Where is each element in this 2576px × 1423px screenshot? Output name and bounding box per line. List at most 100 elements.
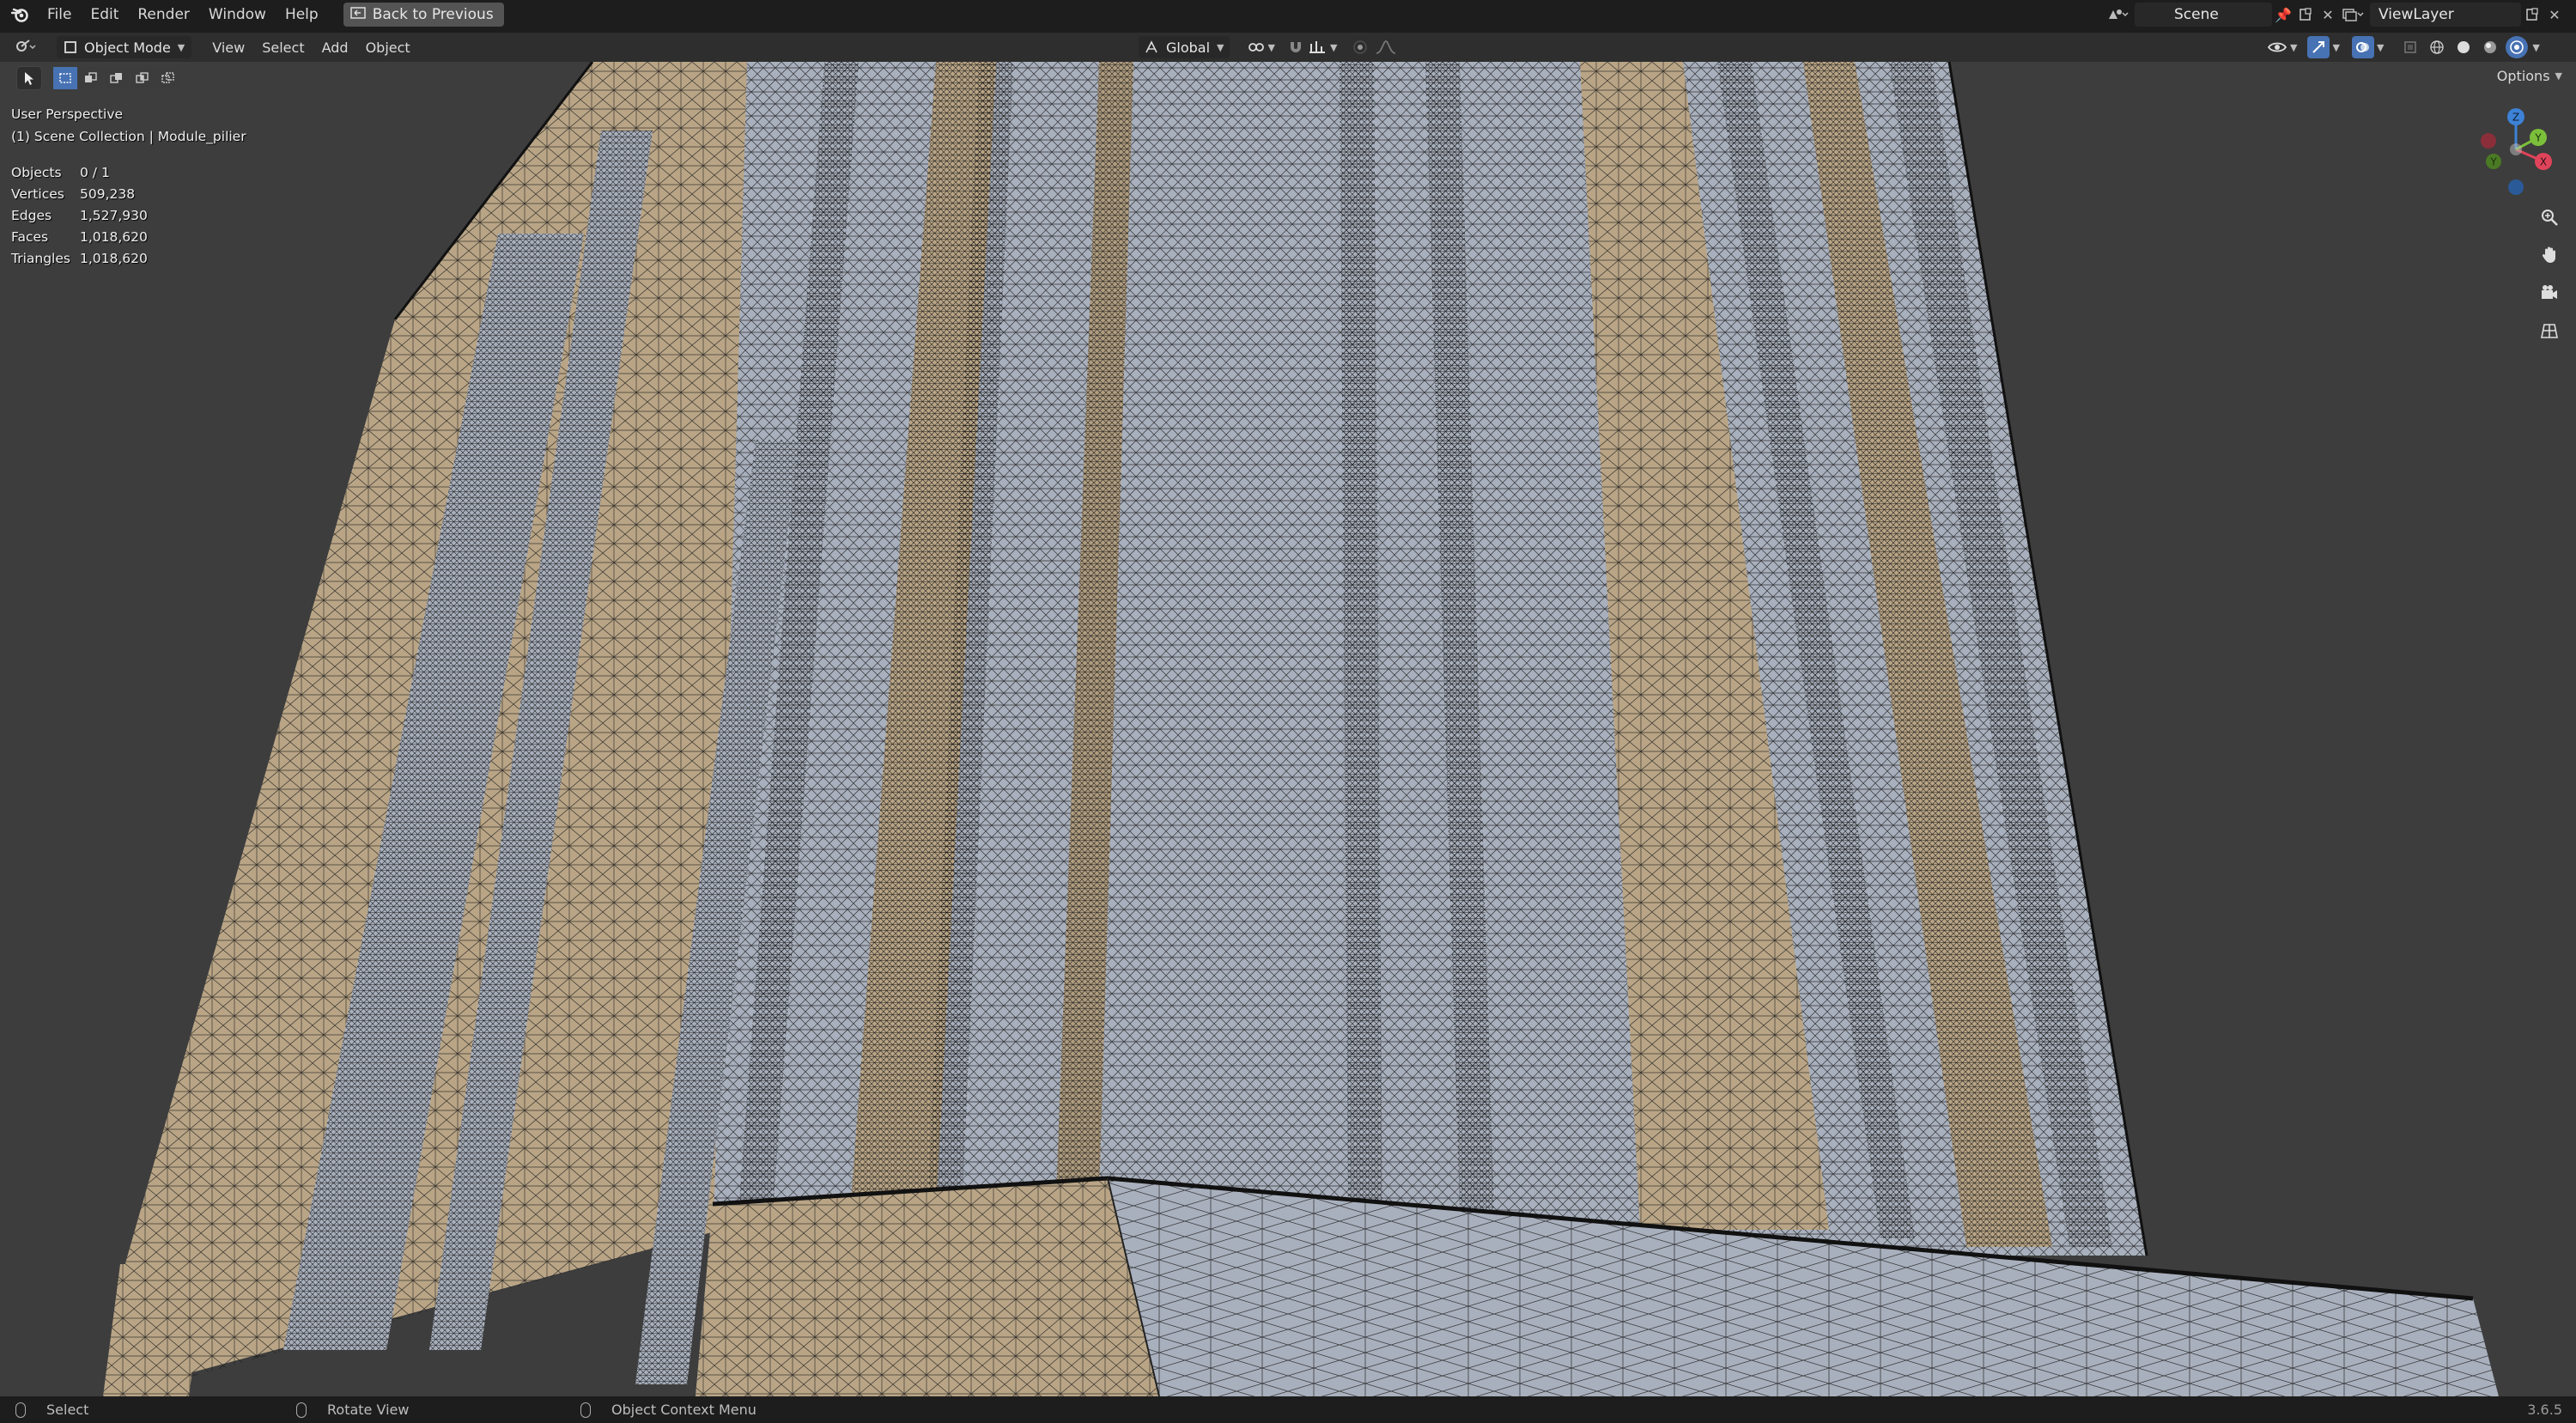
- chevron-down-icon: ▼: [1329, 41, 1338, 53]
- view-layer-field[interactable]: ViewLayer: [2370, 3, 2521, 27]
- selection-mode-buttons: [53, 67, 180, 89]
- delete-view-layer-icon[interactable]: ✕: [2543, 3, 2566, 26]
- stat-row: Edges 1,527,930: [11, 204, 148, 226]
- scene-name-field[interactable]: Scene: [2135, 3, 2272, 27]
- navigation-tools: [2535, 203, 2564, 345]
- snapping-controls[interactable]: ▼: [1287, 39, 1337, 56]
- select-intersect-icon[interactable]: [156, 67, 180, 89]
- scene-statistics: Objects 0 / 1 Vertices 509,238 Edges 1,527,…: [11, 161, 148, 269]
- camera-view-icon[interactable]: [2535, 278, 2564, 307]
- viewport-collection-label: (1) Scene Collection | Module_pilier: [11, 129, 246, 144]
- blender-logo-icon[interactable]: [7, 2, 33, 27]
- viewport-display-controls: ▼ ▼ ▼ ▼: [2267, 33, 2540, 62]
- top-menubar: File Edit Render Window Help Back to Pre…: [0, 0, 2576, 29]
- header-menu-object[interactable]: Object: [357, 40, 419, 56]
- transform-orientation-dropdown[interactable]: Global ▼: [1139, 36, 1230, 58]
- object-mode-icon: [64, 41, 76, 53]
- new-view-layer-icon[interactable]: [2521, 3, 2543, 26]
- menu-edit[interactable]: Edit: [81, 2, 128, 27]
- object-mode-label: Object Mode: [84, 39, 171, 56]
- zoom-icon[interactable]: [2535, 203, 2564, 232]
- back-screen-icon: [349, 6, 366, 23]
- visibility-dropdown[interactable]: ▼: [2267, 40, 2297, 55]
- menu-help[interactable]: Help: [276, 2, 328, 27]
- 3d-viewport[interactable]: User Perspective (1) Scene Collection | …: [0, 62, 2576, 1396]
- wireframe-shading-icon[interactable]: [2426, 36, 2448, 58]
- chevron-down-icon: ▼: [177, 41, 185, 53]
- proportional-editing[interactable]: [1352, 40, 1397, 55]
- proportional-edit-icon: [1353, 40, 1368, 54]
- tool-row: [0, 65, 180, 91]
- gizmo-y-label: Y: [2534, 132, 2542, 144]
- select-extend-icon[interactable]: [79, 67, 103, 89]
- header-menu-view[interactable]: View: [204, 40, 253, 56]
- magnet-icon: [1290, 42, 1301, 52]
- perspective-toggle-icon[interactable]: [2535, 316, 2564, 345]
- pivot-point-dropdown[interactable]: ▼: [1247, 40, 1275, 55]
- chevron-down-icon: ▼: [2332, 41, 2340, 53]
- back-to-previous-button[interactable]: Back to Previous: [343, 3, 504, 27]
- transform-controls: Global ▼ ▼ ▼: [1139, 36, 1397, 58]
- pivot-link-icon: [1248, 43, 1264, 52]
- scene-selector: Scene 📌 ✕: [2100, 3, 2339, 27]
- navigation-gizmo[interactable]: Z X Y Y: [2473, 105, 2559, 199]
- chevron-down-icon: ▼: [2555, 70, 2562, 82]
- stat-value: 0 / 1: [80, 164, 110, 180]
- stat-label: Triangles: [11, 250, 70, 266]
- stat-label: Edges: [11, 207, 52, 223]
- view-layer-name: ViewLayer: [2379, 6, 2454, 23]
- chevron-down-icon: ▼: [1267, 41, 1275, 53]
- material-preview-icon[interactable]: [2479, 36, 2501, 58]
- mouse-right-icon: [580, 1402, 591, 1418]
- menu-render[interactable]: Render: [128, 2, 199, 27]
- stat-value: 1,018,620: [80, 250, 148, 266]
- status-select-hint: Select: [15, 1402, 88, 1418]
- gizmo-x-label: X: [2540, 156, 2547, 168]
- select-new-icon[interactable]: [53, 67, 77, 89]
- menu-window[interactable]: Window: [199, 2, 276, 27]
- header-menu-select[interactable]: Select: [253, 40, 313, 56]
- rendered-shading-icon[interactable]: [2506, 36, 2529, 58]
- stat-value: 1,018,620: [80, 228, 148, 245]
- options-label: Options: [2496, 68, 2550, 84]
- chevron-down-icon[interactable]: ▼: [2532, 42, 2539, 53]
- xray-toggle-icon[interactable]: [2399, 36, 2421, 58]
- gizmo-toggle[interactable]: ▼: [2307, 36, 2340, 58]
- header-menu-add[interactable]: Add: [313, 40, 357, 56]
- scene-icon[interactable]: [2100, 3, 2135, 26]
- pin-icon[interactable]: 📌: [2272, 3, 2294, 26]
- stat-value: 509,238: [80, 185, 136, 202]
- editor-type-selector[interactable]: [14, 36, 36, 57]
- select-subtract-icon[interactable]: [105, 67, 129, 89]
- gizmo-icon: [2307, 36, 2330, 58]
- shading-modes: ▼: [2399, 36, 2540, 58]
- select-invert-icon[interactable]: [131, 67, 155, 89]
- global-axes-icon: [1145, 40, 1157, 53]
- chevron-down-icon: ▼: [2376, 41, 2385, 53]
- options-dropdown[interactable]: Options ▼: [2497, 68, 2562, 84]
- mouse-left-icon: [15, 1402, 26, 1418]
- stat-row: Vertices 509,238: [11, 183, 148, 204]
- pan-hand-icon[interactable]: [2535, 240, 2564, 270]
- stat-label: Vertices: [11, 185, 64, 202]
- mouse-middle-icon: [296, 1402, 307, 1418]
- status-rotate-hint: Rotate View: [296, 1402, 409, 1418]
- status-rotate-label: Rotate View: [327, 1402, 410, 1418]
- pillar-mesh-render: [103, 62, 2499, 1396]
- new-scene-icon[interactable]: [2294, 3, 2317, 26]
- blender-version: 3.6.5: [2527, 1402, 2562, 1418]
- view-layer-icon[interactable]: [2336, 3, 2370, 26]
- status-select-label: Select: [46, 1402, 89, 1418]
- solid-shading-icon[interactable]: [2452, 36, 2475, 58]
- select-tool-icon[interactable]: [16, 66, 42, 90]
- object-mode-dropdown[interactable]: Object Mode ▼: [57, 36, 192, 58]
- stat-value: 1,527,930: [80, 207, 148, 223]
- status-context-hint: Object Context Menu: [580, 1402, 756, 1418]
- menu-file[interactable]: File: [38, 2, 81, 27]
- stat-label: Faces: [11, 228, 49, 245]
- snap-increment-icon: [1309, 41, 1325, 53]
- stat-row: Faces 1,018,620: [11, 226, 148, 247]
- back-button-label: Back to Previous: [372, 6, 494, 23]
- chevron-down-icon: ▼: [1217, 41, 1224, 53]
- overlays-toggle[interactable]: ▼: [2351, 36, 2385, 58]
